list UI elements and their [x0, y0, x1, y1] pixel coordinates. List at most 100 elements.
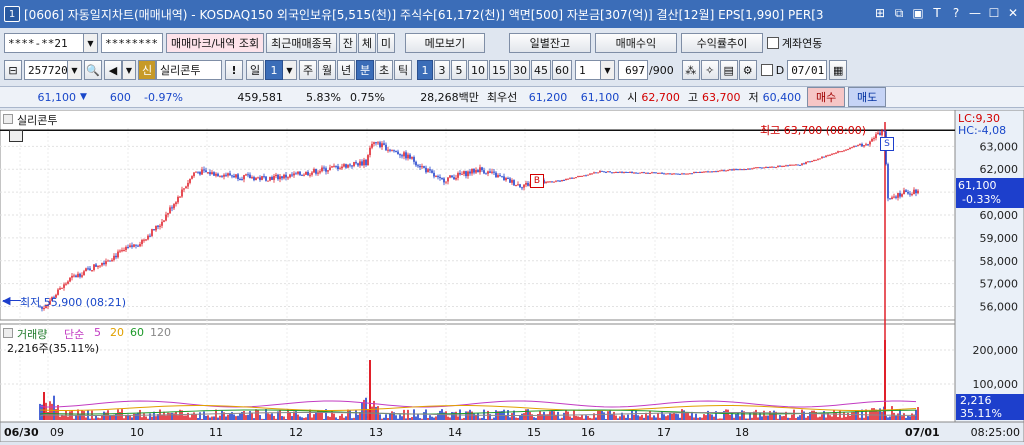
date-checkbox[interactable]: [760, 64, 773, 76]
maximize-icon[interactable]: ☐: [987, 6, 1001, 20]
volume-bar: [445, 411, 447, 420]
volume-bar: [267, 413, 269, 420]
trade-mark-query-button[interactable]: 매매마크/내역 조회: [166, 33, 265, 53]
candle-body: [845, 149, 847, 151]
volume-bar: [327, 416, 329, 420]
alert-button[interactable]: !: [225, 60, 243, 80]
calendar-icon[interactable]: ▦: [829, 60, 848, 80]
buy-marker[interactable]: B: [530, 174, 544, 188]
grid-icon[interactable]: ⊞: [873, 6, 887, 20]
interval-button-60[interactable]: 60: [552, 60, 572, 80]
interval-dropdown-icon[interactable]: ▼: [601, 60, 615, 80]
candle-body: [453, 177, 455, 180]
volume-bar: [897, 413, 899, 420]
volume-bar: [423, 412, 425, 420]
period-day-button[interactable]: 일: [246, 60, 264, 80]
interval-button-15[interactable]: 15: [489, 60, 509, 80]
grid-settings-icon[interactable]: [9, 130, 23, 142]
interval-button-30[interactable]: 30: [510, 60, 530, 80]
interval-input[interactable]: 1: [575, 60, 601, 80]
candle-body: [301, 174, 303, 176]
password-input[interactable]: ********: [101, 33, 163, 53]
buy-button[interactable]: 매수: [807, 87, 846, 107]
volume-bar: [699, 417, 701, 420]
pane-toggle-icon[interactable]: [3, 114, 13, 124]
candle-body: [73, 275, 75, 277]
interval-button-45[interactable]: 45: [531, 60, 551, 80]
candle-body: [389, 149, 391, 151]
trade-profit-button[interactable]: 매매수익: [594, 33, 677, 53]
candle-body: [241, 179, 243, 181]
sell-button[interactable]: 매도: [848, 87, 887, 107]
candle-body: [555, 180, 557, 182]
minimize-icon[interactable]: —: [968, 6, 982, 20]
gear-icon[interactable]: ⚙: [738, 60, 757, 80]
font-icon[interactable]: T: [930, 6, 944, 20]
candle-body: [597, 172, 599, 174]
volume-bar: [527, 409, 529, 420]
candle-body: [283, 174, 285, 179]
candle-body: [477, 170, 479, 173]
volume-bar: [389, 413, 391, 420]
close-icon[interactable]: ✕: [1006, 6, 1020, 20]
chart-svg[interactable]: 63,00062,00061,00060,00059,00058,00057,0…: [0, 109, 1024, 443]
save-icon[interactable]: ▤: [719, 60, 738, 80]
price-tick-label: 57,000: [980, 278, 1019, 291]
week-button[interactable]: 주: [299, 60, 317, 80]
year-button[interactable]: 년: [337, 60, 355, 80]
daily-balance-button[interactable]: 일별잔고: [508, 33, 591, 53]
candle-body: [693, 172, 695, 174]
candle-body: [727, 170, 729, 172]
unfilled-button[interactable]: 미: [376, 33, 395, 53]
speaker-icon[interactable]: ◀: [104, 60, 122, 80]
help-icon[interactable]: ?: [949, 6, 963, 20]
date-input[interactable]: 07/01: [787, 60, 828, 80]
candle-body: [817, 158, 819, 160]
interval-button-1[interactable]: 1: [417, 60, 433, 80]
interval-button-5[interactable]: 5: [451, 60, 467, 80]
code-input[interactable]: 257720: [24, 60, 68, 80]
code-dropdown-icon[interactable]: ▼: [68, 60, 82, 80]
high-price: 63,700: [702, 90, 741, 104]
interval-button-3[interactable]: 3: [434, 60, 450, 80]
interval-button-10[interactable]: 10: [468, 60, 488, 80]
time-label: 16: [581, 426, 595, 439]
speaker-dropdown-icon[interactable]: ▼: [122, 60, 136, 80]
chart-type-icon[interactable]: ✧: [700, 60, 719, 80]
chart-area[interactable]: 63,00062,00061,00060,00059,00058,00057,0…: [0, 109, 1024, 443]
settings-icon[interactable]: ⊟: [4, 60, 22, 80]
recent-trades-button[interactable]: 최근매매종목: [266, 33, 337, 53]
search-icon[interactable]: 🔍: [84, 60, 102, 80]
balance-button[interactable]: 잔: [338, 33, 357, 53]
share-icon[interactable]: ▣: [911, 6, 925, 20]
tick-button[interactable]: 틱: [394, 60, 412, 80]
copy-icon[interactable]: ⧉: [892, 6, 906, 20]
volume-bar: [911, 413, 913, 420]
volume-bar: [583, 418, 585, 420]
period-num-button[interactable]: 1: [265, 60, 283, 80]
filled-button[interactable]: 체: [357, 33, 376, 53]
minute-button[interactable]: 분: [356, 60, 374, 80]
volume-bar: [155, 416, 157, 420]
period-dropdown-icon[interactable]: ▼: [283, 60, 297, 80]
account-link-checkbox[interactable]: [766, 37, 779, 49]
candle-body: [577, 176, 579, 178]
month-button[interactable]: 월: [318, 60, 336, 80]
sell-marker[interactable]: S: [880, 137, 894, 151]
volume-bar: [455, 411, 457, 420]
volume-bar: [651, 417, 653, 420]
volume-bar: [85, 417, 87, 420]
account-dropdown-icon[interactable]: ▼: [84, 33, 98, 53]
second-button[interactable]: 초: [375, 60, 393, 80]
volume-bar: [717, 418, 719, 420]
return-trend-button[interactable]: 수익률추이: [680, 33, 763, 53]
candle-body: [545, 181, 547, 184]
candle-body: [455, 177, 457, 180]
account-input[interactable]: ****-**21: [4, 33, 84, 53]
tools-icon[interactable]: ⁂: [681, 60, 700, 80]
volume-pane-toggle-icon[interactable]: [3, 328, 13, 338]
count-input[interactable]: 697: [618, 60, 648, 80]
memo-button[interactable]: 메모보기: [404, 33, 485, 53]
volume-bar: [727, 409, 729, 420]
candle-body: [381, 143, 383, 148]
